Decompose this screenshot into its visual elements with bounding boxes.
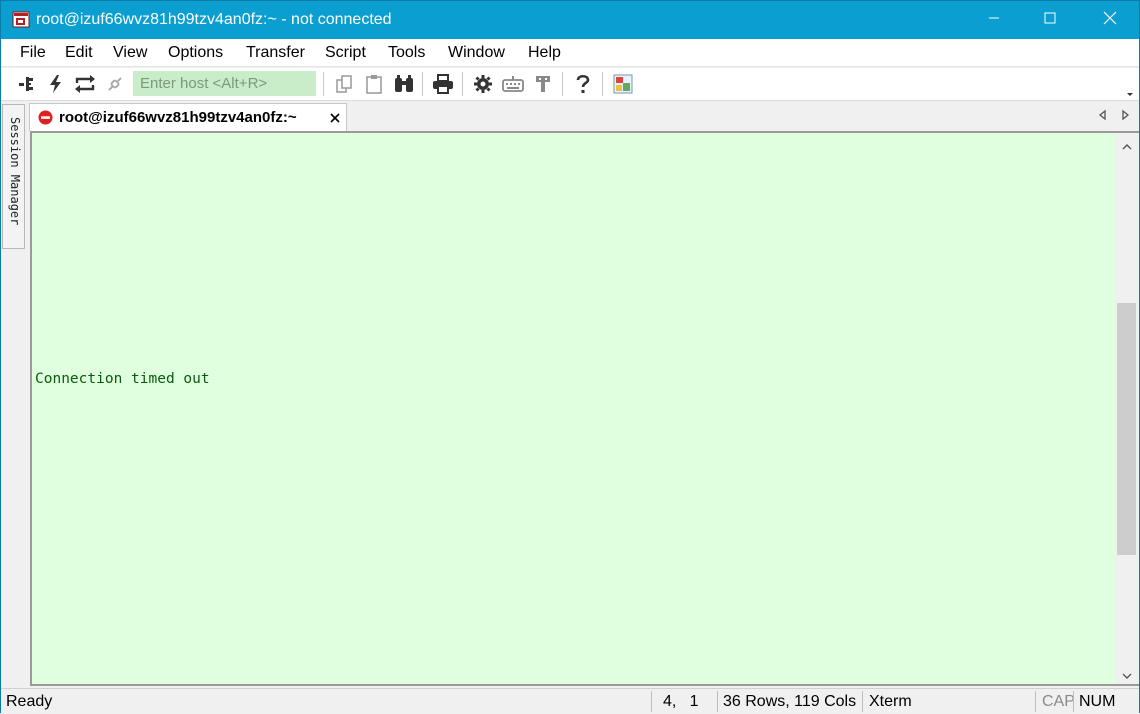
status-num-lock: NUM [1079, 693, 1116, 710]
scroll-up-icon[interactable] [1121, 139, 1133, 150]
scroll-down-icon[interactable] [1121, 668, 1133, 679]
maximize-icon [1044, 11, 1056, 29]
app-icon[interactable] [12, 11, 30, 28]
maximize-button[interactable] [1027, 1, 1073, 39]
toolbar-overflow-icon[interactable] [1125, 86, 1135, 96]
menu-script[interactable]: Script [325, 43, 366, 63]
status-terminal-size: 36 Rows, 119 Cols [723, 693, 857, 710]
status-terminal-type: Xterm [869, 693, 912, 710]
terminal-line: Connection timed out [35, 371, 210, 387]
keymap-icon[interactable] [501, 72, 525, 96]
sftp-icon[interactable] [531, 72, 555, 96]
status-caps-lock: CAP [1042, 693, 1075, 710]
session-manager-label: Session Manager [8, 117, 22, 226]
menu-file[interactable]: File [20, 43, 46, 63]
help-icon[interactable] [571, 72, 595, 96]
status-divider [651, 691, 652, 712]
find-icon[interactable] [392, 72, 416, 96]
menu-help[interactable]: Help [528, 43, 561, 63]
toolbar-separator [562, 72, 563, 96]
reconnect-icon[interactable] [73, 72, 97, 96]
status-ready: Ready [6, 693, 53, 710]
status-bar: Ready 4, 1 36 Rows, 119 Cols Xterm CAP N… [1, 688, 1139, 713]
quick-host-input[interactable] [133, 71, 316, 96]
quick-connect-icon[interactable] [44, 72, 68, 96]
terminal-pane[interactable]: Connection timed out [30, 131, 1139, 686]
tab-scroll-right-icon[interactable] [1119, 108, 1131, 122]
minimize-button[interactable] [971, 1, 1017, 39]
copy-icon[interactable] [332, 72, 356, 96]
status-divider [717, 691, 718, 712]
tab-scroll-left-icon[interactable] [1097, 108, 1109, 122]
menu-tools[interactable]: Tools [388, 43, 425, 63]
session-tab[interactable]: root@izuf66wvz81h99tzv4an0fz:~ [29, 103, 347, 131]
disconnect-icon[interactable] [103, 72, 127, 96]
status-divider [1073, 691, 1074, 712]
title-bar[interactable]: root@izuf66wvz81h99tzv4an0fz:~ - not con… [1, 1, 1139, 39]
status-cursor-position: 4, 1 [663, 693, 699, 710]
terminal-scrollbar[interactable] [1115, 133, 1139, 684]
toolbar [1, 68, 1139, 101]
menu-bar: File Edit View Options Transfer Script T… [1, 39, 1139, 67]
toolbar-separator [323, 72, 324, 96]
settings-icon[interactable] [471, 72, 495, 96]
session-manager-tab[interactable]: Session Manager [2, 104, 25, 249]
securecrt-window: root@izuf66wvz81h99tzv4an0fz:~ - not con… [0, 0, 1140, 713]
paste-icon[interactable] [362, 72, 386, 96]
status-divider [1035, 691, 1036, 712]
minimize-icon [988, 11, 1000, 29]
screenshot-icon[interactable] [611, 72, 635, 96]
toolbar-separator [462, 72, 463, 96]
menu-view[interactable]: View [113, 43, 147, 63]
tab-close-icon[interactable] [328, 111, 342, 125]
toolbar-separator [602, 72, 603, 96]
session-tab-strip: root@izuf66wvz81h99tzv4an0fz:~ [26, 101, 1139, 131]
status-divider [862, 691, 863, 712]
menu-edit[interactable]: Edit [65, 43, 93, 63]
disconnected-icon [38, 110, 53, 125]
print-icon[interactable] [431, 72, 455, 96]
menu-window[interactable]: Window [448, 43, 505, 63]
close-window-button[interactable] [1087, 1, 1133, 39]
menu-transfer[interactable]: Transfer [246, 43, 305, 63]
window-title: root@izuf66wvz81h99tzv4an0fz:~ - not con… [36, 11, 392, 28]
menu-options[interactable]: Options [168, 43, 223, 63]
connect-icon[interactable] [14, 72, 38, 96]
session-tab-label: root@izuf66wvz81h99tzv4an0fz:~ [59, 109, 297, 126]
close-icon [1103, 11, 1117, 30]
toolbar-separator [422, 72, 423, 96]
scroll-thumb[interactable] [1117, 303, 1136, 555]
